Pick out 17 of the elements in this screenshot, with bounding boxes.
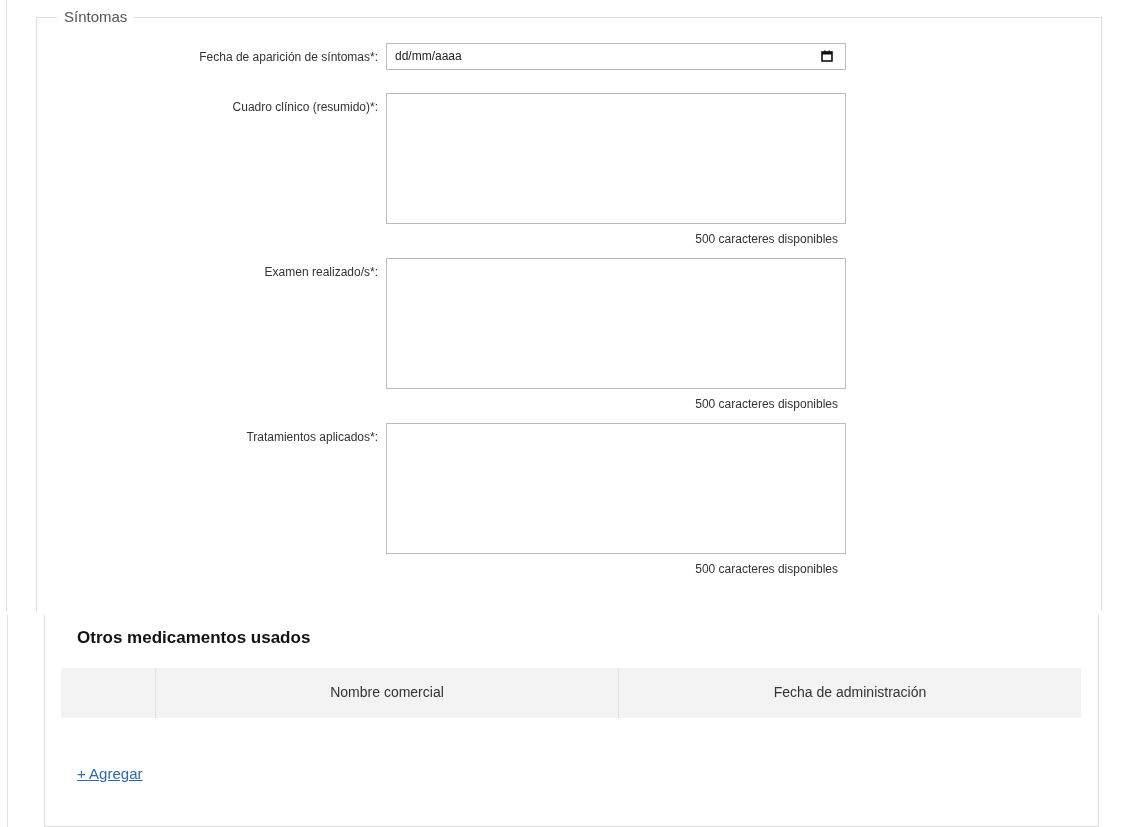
character-counter: 500 caracteres disponibles [694, 395, 838, 413]
section-heading: Otros medicamentos usados [77, 627, 312, 649]
field-label: Fecha de aparición de síntomas*: [198, 48, 379, 66]
section-legend: Síntomas [57, 6, 135, 29]
calendar-icon [821, 50, 833, 62]
column-header: Nombre comercial [156, 667, 619, 718]
date-field[interactable]: dd/mm/aaaa [386, 42, 846, 70]
text-area[interactable] [386, 257, 846, 389]
field-label: Cuadro clínico (resumido)*: [231, 98, 379, 116]
column-header: Fecha de administración [772, 683, 928, 702]
text-area[interactable] [386, 422, 846, 554]
add-link[interactable]: + Agregar [77, 762, 143, 785]
field-label: Examen realizado/s*: [263, 263, 379, 281]
character-counter: 500 caracteres disponibles [694, 230, 838, 248]
field-label: Tratamientos aplicados*: [245, 428, 379, 446]
character-counter: 500 caracteres disponibles [694, 560, 838, 578]
text-area[interactable] [386, 92, 846, 224]
